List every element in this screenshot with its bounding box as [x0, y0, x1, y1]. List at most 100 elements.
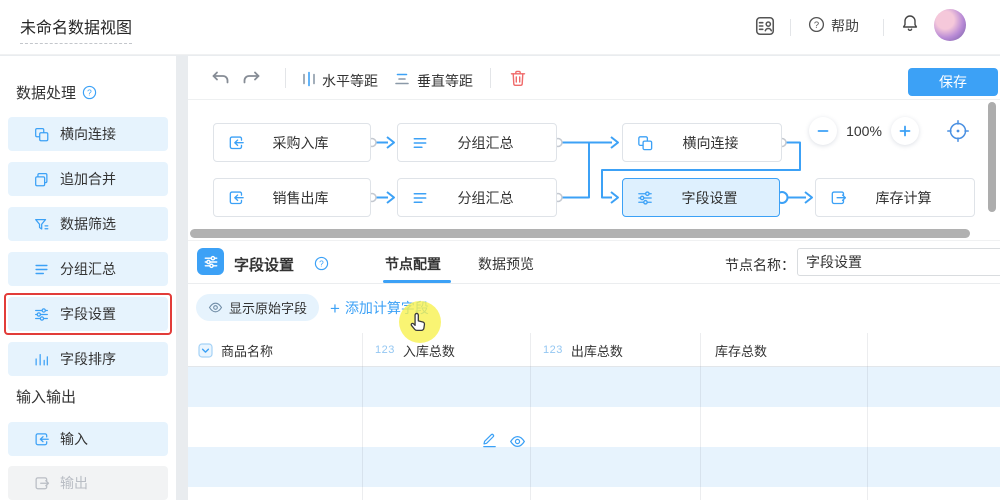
column-divider	[867, 333, 868, 500]
sidebar-section-io: 输入输出	[16, 386, 76, 407]
tab-data-preview[interactable]: 数据预览	[478, 254, 534, 274]
eye-icon	[208, 300, 223, 315]
vertical-spacing-label[interactable]: 垂直等距	[417, 71, 473, 91]
output-icon	[33, 475, 50, 492]
sidebar-item-label: 输出	[60, 473, 88, 493]
node-config-panel: 字段设置 ? 节点配置 数据预览 节点名称： 显示原始字段 + 添加计算字段	[188, 240, 1000, 500]
sidebar-item-label: 字段设置	[60, 304, 116, 324]
sidebar-item-group[interactable]: 分组汇总	[8, 252, 168, 286]
field-settings-icon	[197, 248, 224, 275]
sidebar-item-label: 数据筛选	[60, 214, 116, 234]
save-button[interactable]: 保存	[908, 68, 998, 96]
zoom-in-button[interactable]	[891, 117, 919, 145]
flow-node-inventory-calc[interactable]: 库存计算	[815, 178, 975, 217]
pencil-icon[interactable]	[481, 432, 498, 454]
column-header-outbound-total[interactable]: 123 出库总数	[543, 333, 623, 367]
flow-canvas[interactable]: 采购入库 分组汇总 横向连接 销售出库 分组汇总	[188, 100, 1000, 240]
column-divider	[700, 333, 701, 500]
toolbar-divider	[490, 68, 491, 88]
append-icon	[33, 171, 50, 188]
sidebar-item-field-settings[interactable]: 字段设置	[8, 297, 168, 331]
flow-node-group-summary-1[interactable]: 分组汇总	[397, 123, 557, 162]
svg-text:?: ?	[87, 88, 92, 98]
column-label: 商品名称	[221, 341, 273, 360]
table-row	[188, 367, 1000, 407]
toolbar-divider	[285, 68, 286, 88]
redo-icon[interactable]	[242, 69, 262, 92]
question-circle-icon[interactable]: ?	[82, 85, 97, 100]
section-label: 输入输出	[16, 386, 76, 407]
node-label: 分组汇总	[429, 133, 542, 153]
node-label: 分组汇总	[429, 188, 542, 208]
sidebar-item-filter[interactable]: 数据筛选	[8, 207, 168, 241]
node-name-label: 节点名称：	[725, 255, 795, 275]
column-header-inventory-total[interactable]: 库存总数	[715, 333, 767, 367]
filter-icon	[33, 216, 50, 233]
panel-divider	[188, 283, 1000, 284]
sidebar: 数据处理 ? 横向连接 追加合并 数据筛选	[0, 56, 176, 500]
sidebar-section-data-processing: 数据处理 ?	[16, 82, 97, 103]
zoom-out-button[interactable]	[809, 117, 837, 145]
join-icon	[636, 134, 654, 152]
column-label: 入库总数	[403, 341, 455, 360]
node-label: 字段设置	[654, 188, 765, 208]
join-icon	[33, 126, 50, 143]
flow-node-field-settings[interactable]: 字段设置	[622, 178, 780, 217]
add-calc-field-button[interactable]: + 添加计算字段	[330, 298, 429, 318]
sort-icon	[33, 351, 50, 368]
add-calc-field-label: 添加计算字段	[345, 298, 429, 318]
section-label: 数据处理	[16, 82, 76, 103]
sidebar-item-input[interactable]: 输入	[8, 422, 168, 456]
vertical-spacing-icon[interactable]	[393, 70, 411, 93]
sidebar-item-append[interactable]: 追加合并	[8, 162, 168, 196]
column-divider	[530, 333, 531, 500]
input-icon	[227, 134, 245, 152]
table-row	[188, 487, 1000, 500]
help-question-icon[interactable]: ?	[808, 16, 825, 38]
eye-icon[interactable]	[509, 433, 526, 455]
flow-node-join[interactable]: 横向连接	[622, 123, 782, 162]
field-settings-icon	[636, 189, 654, 207]
column-header-inbound-total[interactable]: 123 入库总数	[375, 333, 455, 367]
input-icon	[227, 189, 245, 207]
sidebar-item-label: 分组汇总	[60, 259, 116, 279]
page-title[interactable]: 未命名数据视图	[20, 14, 132, 44]
panel-title: 字段设置	[234, 254, 294, 275]
horizontal-scrollbar[interactable]	[190, 229, 970, 238]
sidebar-item-label: 字段排序	[60, 349, 116, 369]
column-label: 出库总数	[571, 341, 623, 360]
flow-node-purchase-inbound[interactable]: 采购入库	[213, 123, 371, 162]
node-name-input[interactable]	[797, 248, 1000, 276]
trash-icon[interactable]	[508, 68, 528, 93]
number-type-label: 123	[543, 344, 563, 356]
question-circle-icon[interactable]: ?	[314, 256, 329, 276]
group-icon	[411, 189, 429, 207]
sidebar-item-label: 追加合并	[60, 169, 116, 189]
node-label: 销售出库	[245, 188, 356, 208]
node-label: 横向连接	[654, 133, 767, 153]
zoom-level: 100%	[836, 123, 892, 139]
avatar[interactable]	[934, 9, 966, 41]
help-label[interactable]: 帮助	[831, 16, 859, 36]
show-original-fields-button[interactable]: 显示原始字段	[196, 294, 319, 321]
sidebar-item-label: 输入	[60, 429, 88, 449]
horizontal-spacing-icon[interactable]	[300, 70, 318, 93]
tab-node-config[interactable]: 节点配置	[385, 254, 441, 274]
column-header-product-name[interactable]: 商品名称	[198, 333, 273, 367]
contact-card-icon[interactable]	[754, 15, 776, 42]
vertical-scrollbar[interactable]	[988, 102, 996, 212]
flow-node-group-summary-2[interactable]: 分组汇总	[397, 178, 557, 217]
table-row	[188, 407, 1000, 447]
bell-icon[interactable]	[900, 13, 920, 38]
number-type-label: 123	[375, 344, 395, 356]
horizontal-spacing-label[interactable]: 水平等距	[322, 71, 378, 91]
output-icon	[829, 189, 847, 207]
header-divider	[883, 19, 884, 36]
sidebar-item-join[interactable]: 横向连接	[8, 117, 168, 151]
sidebar-item-output: 输出	[8, 466, 168, 500]
flow-node-sales-outbound[interactable]: 销售出库	[213, 178, 371, 217]
fit-view-crosshair-icon[interactable]	[946, 119, 970, 148]
group-icon	[411, 134, 429, 152]
sidebar-item-sort[interactable]: 字段排序	[8, 342, 168, 376]
undo-icon[interactable]	[210, 69, 230, 92]
